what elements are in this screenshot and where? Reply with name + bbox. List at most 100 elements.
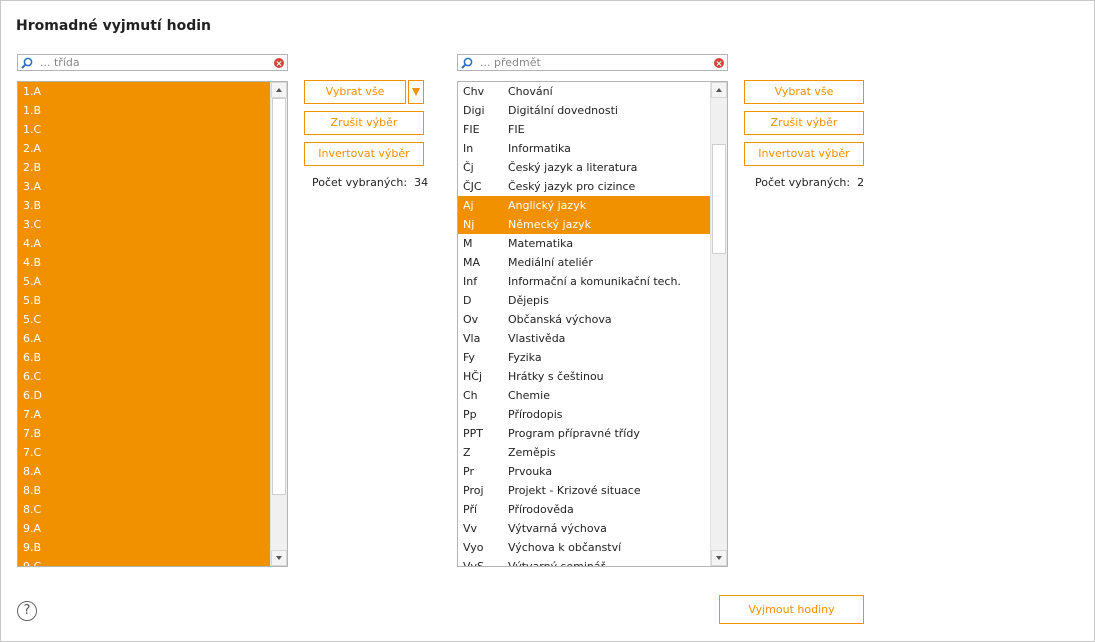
list-item[interactable]: Ch Chemie	[458, 386, 712, 405]
list-item-label: 4.B	[23, 256, 42, 269]
scroll-down-button[interactable]	[711, 550, 727, 566]
list-item[interactable]: 3.C	[18, 215, 272, 234]
list-item[interactable]: 6.D	[18, 386, 272, 405]
list-item[interactable]: Vla Vlastivěda	[458, 329, 712, 348]
list-item[interactable]: 3.B	[18, 196, 272, 215]
triangle-down-icon[interactable]	[408, 80, 424, 104]
list-item[interactable]: MA Mediální ateliér	[458, 253, 712, 272]
list-item[interactable]: Pr Prvouka	[458, 462, 712, 481]
class-list-scrollbar[interactable]	[270, 82, 287, 566]
list-item[interactable]: 6.C	[18, 367, 272, 386]
list-item[interactable]: 8.A	[18, 462, 272, 481]
list-item-label: 9.C	[23, 560, 42, 567]
class-deselect-button[interactable]: Zrušit výběr	[304, 111, 424, 135]
subject-code: Fy	[463, 351, 475, 364]
search-icon	[461, 57, 473, 69]
list-item[interactable]: Vyo Výchova k občanství	[458, 538, 712, 557]
subject-code: Vla	[463, 332, 481, 345]
list-item[interactable]: Digi Digitální dovednosti	[458, 101, 712, 120]
list-item[interactable]: Fy Fyzika	[458, 348, 712, 367]
list-item[interactable]: Z Zeměpis	[458, 443, 712, 462]
list-item[interactable]: 1.A	[18, 82, 272, 101]
class-invert-button[interactable]: Invertovat výběr	[304, 142, 424, 166]
list-item[interactable]: Proj Projekt - Krizové situace	[458, 481, 712, 500]
scroll-down-button[interactable]	[271, 550, 287, 566]
list-item-label: 5.B	[23, 294, 42, 307]
list-item[interactable]: Aj Anglický jazyk	[458, 196, 712, 215]
list-item[interactable]: Chv Chování	[458, 82, 712, 101]
list-item[interactable]: 9.B	[18, 538, 272, 557]
list-item[interactable]: ČJC Český jazyk pro cizince	[458, 177, 712, 196]
list-item[interactable]: Ov Občanská výchova	[458, 310, 712, 329]
list-item[interactable]: 4.A	[18, 234, 272, 253]
subject-list-scrollbar[interactable]	[710, 82, 727, 566]
class-search-input[interactable]: ... třída	[17, 54, 288, 71]
list-item[interactable]: Čj Český jazyk a literatura	[458, 158, 712, 177]
subject-name: Projekt - Krizové situace	[508, 484, 641, 497]
list-item[interactable]: 2.B	[18, 158, 272, 177]
list-item[interactable]: Vv Výtvarná výchova	[458, 519, 712, 538]
subject-code: Proj	[463, 484, 484, 497]
subject-deselect-button[interactable]: Zrušit výběr	[744, 111, 864, 135]
list-item[interactable]: 6.A	[18, 329, 272, 348]
subject-code: ČJC	[463, 180, 482, 193]
list-item[interactable]: 2.A	[18, 139, 272, 158]
list-item[interactable]: HČj Hrátky s češtinou	[458, 367, 712, 386]
scroll-up-button[interactable]	[711, 82, 727, 98]
list-item-label: 5.C	[23, 313, 42, 326]
list-item[interactable]: FIE FIE	[458, 120, 712, 139]
list-item-label: 3.B	[23, 199, 42, 212]
subject-code: Nj	[463, 218, 475, 231]
subject-invert-button[interactable]: Invertovat výběr	[744, 142, 864, 166]
list-item[interactable]: 3.A	[18, 177, 272, 196]
subject-code: Chv	[463, 85, 485, 98]
subject-name: Chemie	[508, 389, 550, 402]
clear-icon[interactable]	[274, 58, 284, 68]
subject-code: FIE	[463, 123, 480, 136]
list-item[interactable]: In Informatika	[458, 139, 712, 158]
subject-select-all-button[interactable]: Vybrat vše	[744, 80, 864, 104]
subject-name: Občanská výchova	[508, 313, 612, 326]
list-item[interactable]: 7.A	[18, 405, 272, 424]
scroll-up-button[interactable]	[271, 82, 287, 98]
remove-lessons-button[interactable]: Vyjmout hodiny	[719, 595, 864, 624]
scroll-thumb[interactable]	[272, 98, 286, 495]
subject-code: Ch	[463, 389, 478, 402]
dialog-title: Hromadné vyjmutí hodin	[16, 18, 211, 34]
subject-listbox[interactable]: Chv Chování Digi Digitální dovednosti FIE FIE…	[457, 81, 728, 567]
list-item[interactable]: 7.C	[18, 443, 272, 462]
list-item[interactable]: PPT Program přípravné třídy	[458, 424, 712, 443]
list-item[interactable]: 1.C	[18, 120, 272, 139]
list-item[interactable]: D Dějepis	[458, 291, 712, 310]
list-item[interactable]: VvS Výtvarný seminář	[458, 557, 712, 566]
subject-name: Prvouka	[508, 465, 553, 478]
list-item[interactable]: 6.B	[18, 348, 272, 367]
class-select-all-button[interactable]: Vybrat vše	[304, 80, 406, 104]
list-item[interactable]: Pří Přírodověda	[458, 500, 712, 519]
subject-code: Digi	[463, 104, 485, 117]
list-item[interactable]: Pp Přírodopis	[458, 405, 712, 424]
list-item-label: 5.A	[23, 275, 42, 288]
list-item[interactable]: 9.C	[18, 557, 272, 567]
clear-icon[interactable]	[714, 58, 724, 68]
subject-search-input[interactable]: ... předmět	[457, 54, 728, 71]
list-item[interactable]: 8.C	[18, 500, 272, 519]
count-value: 34	[414, 176, 429, 189]
list-item[interactable]: 5.B	[18, 291, 272, 310]
list-item[interactable]: 5.A	[18, 272, 272, 291]
scroll-thumb[interactable]	[712, 144, 726, 254]
list-item[interactable]: 4.B	[18, 253, 272, 272]
list-item[interactable]: Nj Německý jazyk	[458, 215, 712, 234]
subject-name: Dějepis	[508, 294, 549, 307]
list-item[interactable]: Inf Informační a komunikační tech.	[458, 272, 712, 291]
list-item[interactable]: 1.B	[18, 101, 272, 120]
list-item[interactable]: M Matematika	[458, 234, 712, 253]
list-item[interactable]: 9.A	[18, 519, 272, 538]
class-listbox[interactable]: 1.A 1.B 1.C 2.A 2.B 3.A 3.B 3.C 4.A 4.B 5.A 5.B 5.C 6…	[17, 81, 288, 567]
subject-code: Pp	[463, 408, 477, 421]
help-icon[interactable]: ?	[17, 601, 37, 621]
list-item[interactable]: 7.B	[18, 424, 272, 443]
list-item[interactable]: 8.B	[18, 481, 272, 500]
list-item-label: 7.C	[23, 446, 42, 459]
list-item[interactable]: 5.C	[18, 310, 272, 329]
